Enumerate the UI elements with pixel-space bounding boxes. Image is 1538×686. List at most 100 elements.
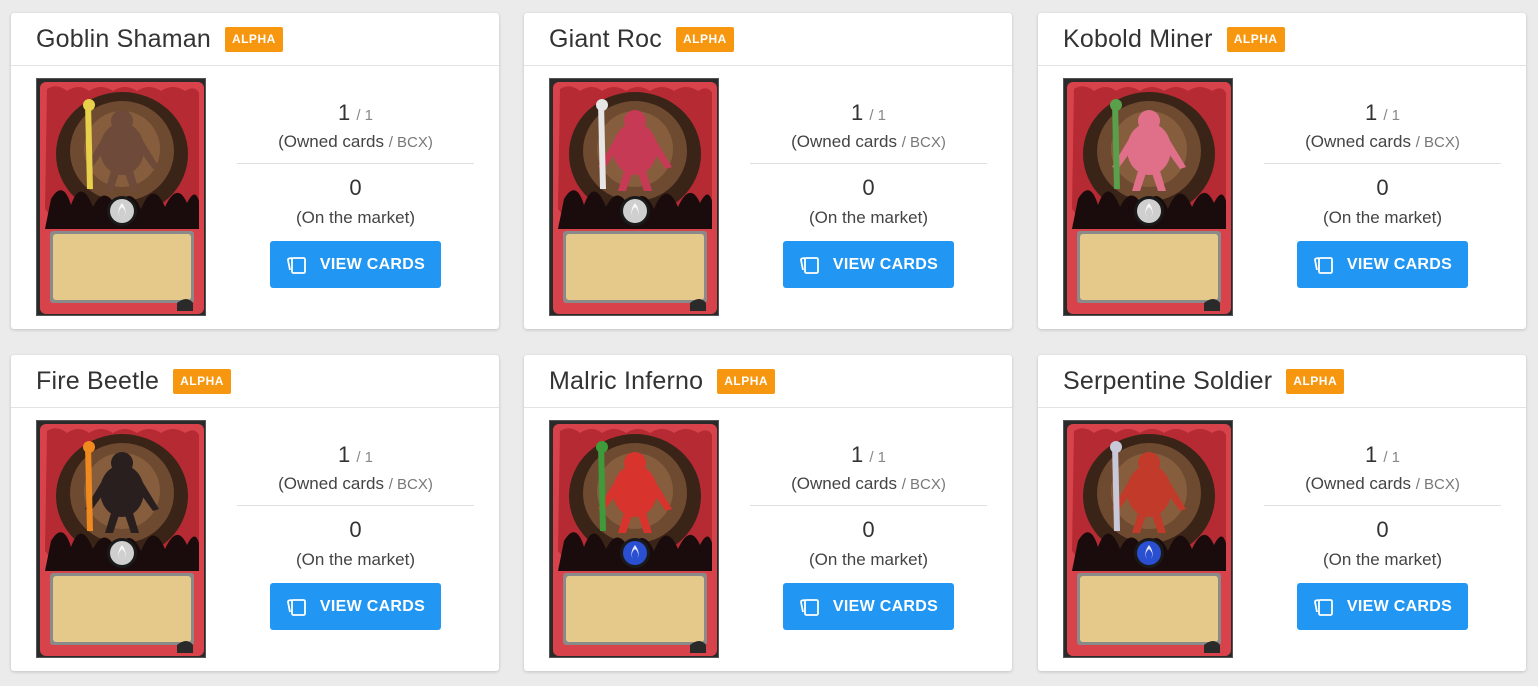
card-artwork: [550, 421, 718, 657]
owned-label-text: (Owned cards: [1305, 132, 1411, 151]
bcx-total: / 1: [869, 107, 887, 124]
panel-body: 1 / 1 (Owned cards / BCX) 0 (On the mark…: [524, 66, 1012, 328]
cards-stack-icon: [799, 256, 819, 274]
owned-number: 1: [850, 100, 864, 125]
card-panel: Fire Beetle ALPHA 1 / 1 (Owned cards / B…: [11, 355, 499, 671]
market-label: (On the market): [808, 550, 929, 569]
view-cards-button[interactable]: VIEW CARDS: [783, 583, 954, 630]
panel-header: Fire Beetle ALPHA: [11, 355, 499, 408]
card-stats: 1 / 1 (Owned cards / BCX) 0 (On the mark…: [1264, 408, 1501, 630]
panel-body: 1 / 1 (Owned cards / BCX) 0 (On the mark…: [1038, 66, 1526, 328]
owned-count: 1 / 1: [237, 100, 474, 129]
view-cards-label: VIEW CARDS: [1346, 597, 1453, 615]
edition-badge: ALPHA: [1286, 368, 1345, 394]
card-title[interactable]: Kobold Miner: [1063, 25, 1213, 54]
panel-body: 1 / 1 (Owned cards / BCX) 0 (On the mark…: [11, 408, 499, 670]
owned-label-text: (Owned cards: [791, 474, 897, 493]
card-panel: Malric Inferno ALPHA 1 / 1 (Owned cards …: [524, 355, 1012, 671]
card-panel: Giant Roc ALPHA 1 / 1 (Owned cards / BCX…: [524, 13, 1012, 329]
owned-count: 1 / 1: [1264, 442, 1501, 471]
card-stats: 1 / 1 (Owned cards / BCX) 0 (On the mark…: [1264, 66, 1501, 288]
divider: [237, 505, 474, 506]
card-artwork: [1064, 79, 1232, 315]
view-cards-button[interactable]: VIEW CARDS: [270, 241, 441, 288]
card-title[interactable]: Serpentine Soldier: [1063, 367, 1272, 396]
bcx-label: / BCX): [1415, 134, 1460, 151]
divider: [1264, 505, 1501, 506]
view-cards-button[interactable]: VIEW CARDS: [1297, 241, 1468, 288]
owned-label: (Owned cards / BCX): [750, 131, 987, 154]
edition-badge: ALPHA: [675, 26, 734, 52]
owned-number: 1: [337, 100, 351, 125]
card-stats: 1 / 1 (Owned cards / BCX) 0 (On the mark…: [750, 66, 987, 288]
edition-badge: ALPHA: [224, 26, 283, 52]
divider: [1264, 163, 1501, 164]
card-title[interactable]: Malric Inferno: [549, 367, 703, 396]
bcx-label: / BCX): [388, 134, 433, 151]
view-cards-button[interactable]: VIEW CARDS: [270, 583, 441, 630]
view-cards-button[interactable]: VIEW CARDS: [1297, 583, 1468, 630]
owned-label-text: (Owned cards: [278, 474, 384, 493]
card-stats: 1 / 1 (Owned cards / BCX) 0 (On the mark…: [237, 66, 474, 288]
divider: [237, 163, 474, 164]
bcx-total: / 1: [356, 107, 374, 124]
market-label: (On the market): [808, 208, 929, 227]
owned-number: 1: [1364, 442, 1378, 467]
market-label: (On the market): [1322, 550, 1443, 569]
view-cards-label: VIEW CARDS: [1346, 255, 1453, 273]
cards-stack-icon: [286, 256, 306, 274]
market-count: 0: [862, 517, 875, 542]
view-cards-label: VIEW CARDS: [319, 255, 426, 273]
panel-header: Goblin Shaman ALPHA: [11, 13, 499, 66]
card-image[interactable]: [36, 78, 206, 316]
owned-label: (Owned cards / BCX): [750, 473, 987, 496]
market-count: 0: [349, 517, 362, 542]
card-stats: 1 / 1 (Owned cards / BCX) 0 (On the mark…: [750, 408, 987, 630]
divider: [750, 163, 987, 164]
view-cards-button[interactable]: VIEW CARDS: [783, 241, 954, 288]
owned-label: (Owned cards / BCX): [1264, 131, 1501, 154]
market-count: 0: [1376, 517, 1389, 542]
edition-badge: ALPHA: [173, 368, 231, 394]
card-stats: 1 / 1 (Owned cards / BCX) 0 (On the mark…: [237, 408, 474, 630]
card-image[interactable]: [1063, 78, 1233, 316]
card-image[interactable]: [549, 420, 719, 658]
card-panel: Serpentine Soldier ALPHA 1 / 1 (Owned ca…: [1038, 355, 1526, 671]
bcx-label: / BCX): [901, 134, 946, 151]
card-panel: Kobold Miner ALPHA 1 / 1 (Owned cards / …: [1038, 13, 1526, 329]
card-image[interactable]: [1063, 420, 1233, 658]
card-title[interactable]: Goblin Shaman: [36, 25, 211, 54]
panel-header: Malric Inferno ALPHA: [524, 355, 1012, 408]
card-title[interactable]: Fire Beetle: [36, 367, 159, 396]
owned-label: (Owned cards / BCX): [237, 473, 474, 496]
card-grid: Goblin Shaman ALPHA 1 / 1 (Owned cards /…: [0, 0, 1538, 686]
market-label: (On the market): [295, 550, 416, 569]
owned-count: 1 / 1: [750, 100, 987, 129]
owned-label-text: (Owned cards: [791, 132, 897, 151]
bcx-label: / BCX): [1415, 476, 1460, 493]
bcx-total: / 1: [869, 449, 887, 466]
panel-body: 1 / 1 (Owned cards / BCX) 0 (On the mark…: [11, 66, 499, 328]
panel-header: Kobold Miner ALPHA: [1038, 13, 1526, 66]
bcx-label: / BCX): [901, 476, 946, 493]
card-image[interactable]: [549, 78, 719, 316]
owned-label: (Owned cards / BCX): [237, 131, 474, 154]
owned-count: 1 / 1: [237, 442, 474, 471]
panel-header: Serpentine Soldier ALPHA: [1038, 355, 1526, 408]
owned-label: (Owned cards / BCX): [1264, 473, 1501, 496]
card-image[interactable]: [36, 420, 206, 658]
edition-badge: ALPHA: [1226, 26, 1285, 52]
card-artwork: [37, 79, 205, 315]
card-artwork: [550, 79, 718, 315]
panel-header: Giant Roc ALPHA: [524, 13, 1012, 66]
market-count: 0: [349, 175, 362, 200]
owned-number: 1: [1364, 100, 1378, 125]
bcx-total: / 1: [1383, 107, 1401, 124]
view-cards-label: VIEW CARDS: [832, 255, 939, 273]
bcx-total: / 1: [356, 449, 374, 466]
view-cards-label: VIEW CARDS: [319, 597, 426, 615]
market-count: 0: [862, 175, 875, 200]
market-count: 0: [1376, 175, 1389, 200]
card-panel: Goblin Shaman ALPHA 1 / 1 (Owned cards /…: [11, 13, 499, 329]
card-title[interactable]: Giant Roc: [549, 25, 662, 54]
